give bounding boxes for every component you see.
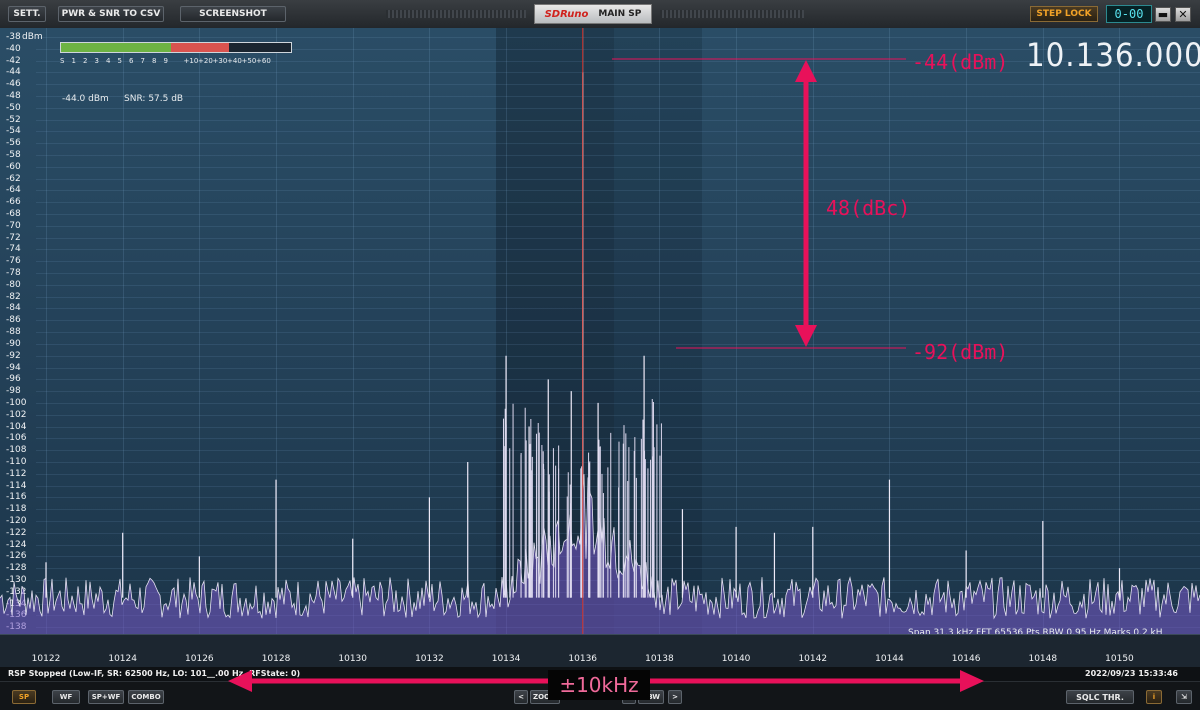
- drag-grip-right[interactable]: [660, 10, 804, 18]
- s-meter-tick: S: [60, 57, 65, 65]
- s-meter-green-fill: [61, 43, 172, 52]
- dbc-annotation: 48(dBc): [826, 196, 911, 220]
- s-meter-tick: 4: [106, 57, 111, 65]
- top-toolbar: SETT. PWR & SNR TO CSV SCREENSHOT SDRuno…: [0, 0, 1200, 29]
- sqlc-threshold-button[interactable]: SQLC THR.: [1066, 690, 1134, 704]
- step-lock-button[interactable]: STEP LOCK: [1030, 6, 1098, 22]
- window-title: SDRuno MAIN SP: [534, 4, 652, 24]
- frequency-display[interactable]: 10.136.000: [1026, 36, 1200, 74]
- snr-readout: SNR: 57.5 dB: [124, 94, 184, 104]
- wf-button[interactable]: WF: [52, 690, 80, 704]
- timestamp: 2022/09/23 15:33:46: [1085, 669, 1178, 678]
- info-button[interactable]: i: [1146, 690, 1162, 704]
- combo-button[interactable]: COMBO: [128, 690, 164, 704]
- s-meter-tick: 8: [152, 57, 157, 65]
- x-tick-label: 10132: [415, 654, 444, 664]
- s-meter-tick: +30: [212, 57, 228, 65]
- panel-title: MAIN SP: [598, 9, 642, 19]
- x-tick-label: 10136: [568, 654, 598, 664]
- x-tick-label: 10138: [645, 654, 674, 664]
- zoom-left-button[interactable]: <: [514, 690, 528, 704]
- pwr-snr-csv-button[interactable]: PWR & SNR TO CSV: [58, 6, 164, 22]
- x-tick-label: 10148: [1028, 654, 1058, 664]
- close-icon[interactable]: ✕: [1175, 7, 1191, 22]
- s-meter: [60, 42, 292, 53]
- sp-button[interactable]: SP: [12, 690, 36, 704]
- x-tick-label: 10128: [261, 654, 291, 664]
- s-meter-tick: 3: [94, 57, 99, 65]
- sp-wf-button[interactable]: SP+WF: [88, 690, 124, 704]
- x-tick-label: 10144: [875, 654, 904, 664]
- bottom-bar: RSP Stopped (Low-IF, SR: 62500 Hz, LO: 1…: [0, 667, 1200, 710]
- x-tick-label: 10142: [798, 654, 828, 664]
- x-tick-label: 10122: [31, 654, 61, 664]
- rbw-right-button[interactable]: >: [668, 690, 682, 704]
- x-tick-label: 10134: [491, 654, 521, 664]
- step-digits[interactable]: 0-00: [1106, 5, 1152, 23]
- x-tick-label: 10140: [721, 654, 751, 664]
- x-tick-label: 10150: [1105, 654, 1134, 664]
- s-meter-tick: 2: [83, 57, 88, 65]
- s-meter-tick: 5: [117, 57, 122, 65]
- peak-annotation: -44(dBm): [912, 50, 1009, 74]
- s-meter-tick: +40: [227, 57, 242, 65]
- minimize-icon[interactable]: ▬: [1155, 7, 1171, 22]
- s-meter-tick: 1: [71, 57, 76, 65]
- s-meter-tick: +20: [198, 57, 213, 65]
- x-tick-label: 10126: [185, 654, 214, 664]
- spectrum-plot[interactable]: dBm -38 -40 -42 -44 -46 -48 -50 -52 -54 -56 -58 -60…: [0, 28, 1200, 667]
- s-meter-tick: +50: [241, 57, 257, 65]
- s-meter-tick: +60: [256, 57, 271, 65]
- s-meter-tick: 7: [140, 57, 145, 65]
- power-readout: -44.0 dBm: [62, 94, 109, 104]
- status-text: RSP Stopped (Low-IF, SR: 62500 Hz, LO: 1…: [8, 669, 301, 678]
- spectrum-trace: [0, 28, 1200, 634]
- settings-button[interactable]: SETT.: [8, 6, 46, 22]
- floor-annotation: -92(dBm): [912, 340, 1009, 364]
- s-meter-scale: S 1 2 3 4 5 6 7 8 9 +10 +20 +30 +40 +50 +60: [60, 57, 300, 67]
- span-annotation: ±10kHz: [548, 670, 650, 700]
- x-tick-label: 10124: [108, 654, 137, 664]
- s-meter-tick: +10: [183, 57, 199, 65]
- s-meter-red-fill: [171, 43, 229, 52]
- s-meter-tick: 9: [163, 57, 168, 65]
- resize-icon[interactable]: ⇲: [1176, 690, 1192, 704]
- x-tick-label: 10130: [338, 654, 368, 664]
- s-meter-tick: 6: [129, 57, 134, 65]
- screenshot-button[interactable]: SCREENSHOT: [180, 6, 286, 22]
- x-tick-label: 10146: [951, 654, 981, 664]
- sdruno-logo: SDRuno: [544, 8, 589, 20]
- drag-grip[interactable]: [386, 10, 526, 18]
